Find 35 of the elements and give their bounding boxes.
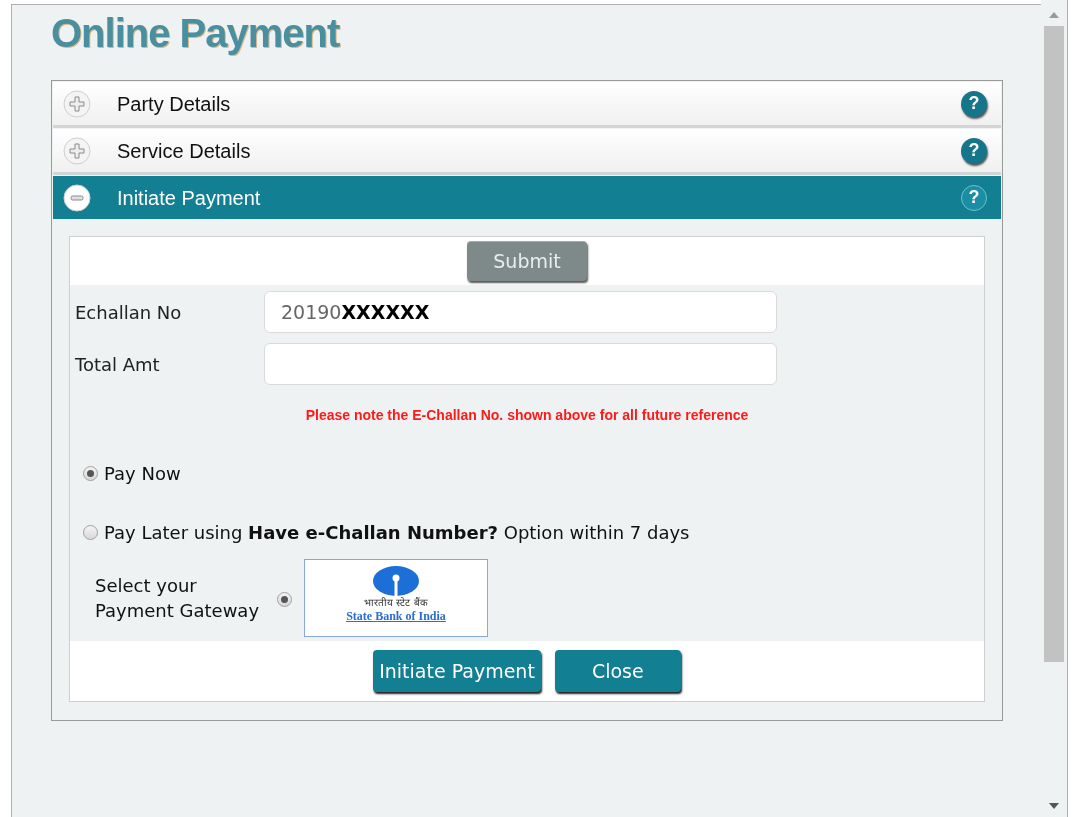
help-button[interactable]: ? — [961, 184, 987, 211]
section-title: Party Details — [117, 91, 232, 117]
field-label: Total Amt — [75, 352, 161, 377]
bank-logo[interactable]: भारतीय स्टेट बैंक State Bank of India — [304, 559, 488, 637]
accordion-header[interactable]: Party Details ? — [53, 82, 1001, 128]
accordion-header[interactable]: Initiate Payment ? — [53, 176, 1001, 222]
input-field[interactable] — [264, 343, 777, 385]
radio-button[interactable] — [277, 592, 292, 607]
option-label: Pay Later using Have e-Challan Number? Option within 7 days — [104, 521, 690, 545]
help-button[interactable]: ? — [961, 137, 987, 164]
accordion-header[interactable]: Service Details ? — [53, 129, 1001, 175]
scroll-up-icon[interactable] — [1049, 12, 1059, 18]
action-button[interactable]: Close — [554, 650, 681, 692]
plus-icon — [63, 89, 91, 118]
scroll-thumb[interactable] — [1044, 26, 1064, 662]
bank-logo-icon — [373, 566, 419, 596]
minus-icon — [63, 183, 91, 212]
input-field[interactable]: 20190XXXXXX — [264, 291, 777, 333]
plus-icon — [63, 136, 91, 165]
page-title: Online Payment — [51, 13, 340, 53]
radio-button[interactable] — [83, 466, 98, 481]
section-title: Initiate Payment — [117, 185, 262, 211]
gateway-label: Select your Payment Gateway — [95, 574, 261, 623]
section-title: Service Details — [117, 138, 252, 164]
option-label: Pay Now — [104, 462, 181, 486]
help-button[interactable]: ? — [961, 90, 987, 117]
reference-note: Please note the E-Challan No. shown above for all future reference — [305, 406, 749, 425]
bank-name: State Bank of India — [346, 609, 446, 623]
field-label: Echallan No — [75, 300, 183, 325]
submit-button[interactable]: Submit — [467, 241, 587, 281]
scrollbar[interactable] — [1041, 0, 1068, 817]
action-button[interactable]: Initiate Payment — [373, 650, 541, 692]
radio-button[interactable] — [83, 525, 98, 540]
scroll-down-icon[interactable] — [1049, 803, 1059, 809]
bank-name-hindi: भारतीय स्टेट बैंक — [364, 597, 428, 609]
